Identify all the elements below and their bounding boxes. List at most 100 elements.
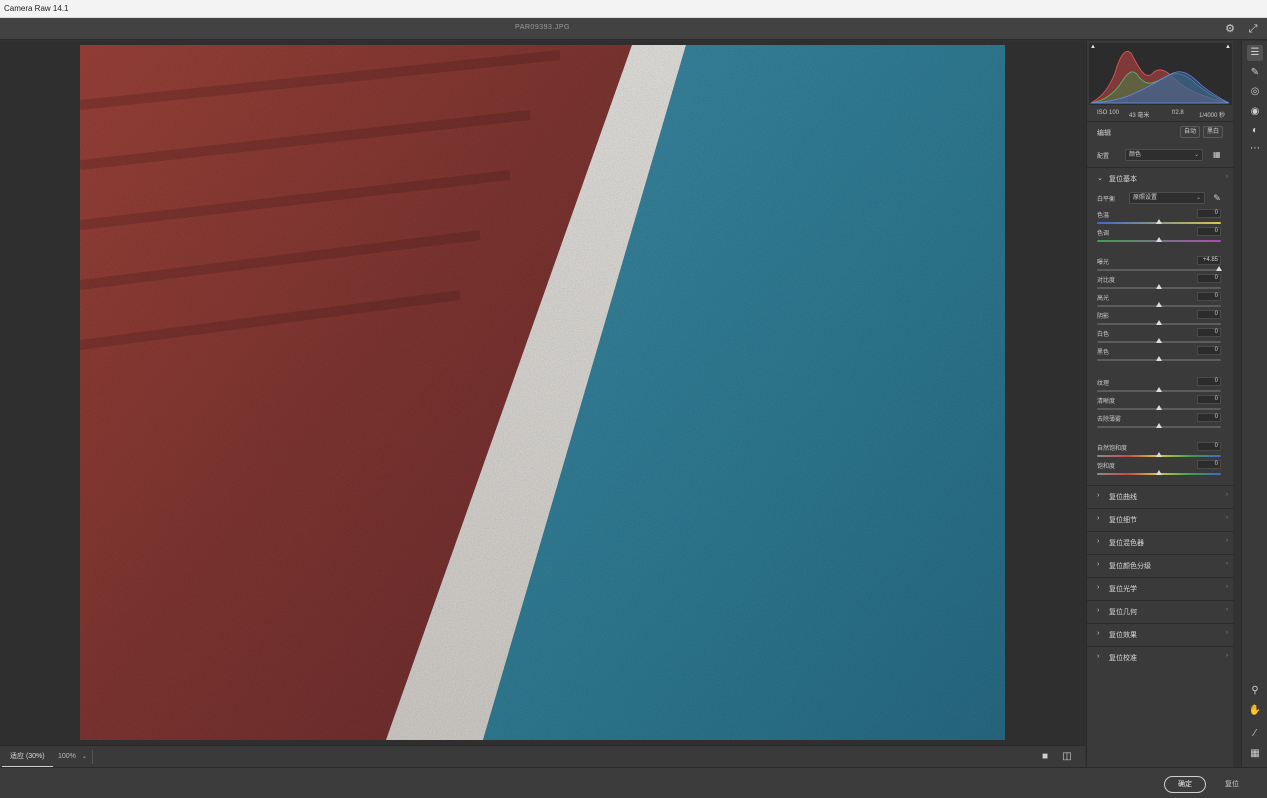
slider-value-input[interactable]: +4.85 (1197, 256, 1221, 265)
section-menu-icon[interactable]: › (1226, 561, 1228, 567)
highlight-clip-icon[interactable]: ▲ (1225, 44, 1231, 50)
slider-value-input[interactable]: 0 (1197, 395, 1221, 404)
zoom-icon[interactable]: ⚲ (1247, 683, 1263, 699)
basic-section-title: 复位基本 (1109, 176, 1137, 183)
zoom-select[interactable]: 100% ⌄ (58, 746, 87, 768)
section-title: 复位混色器 (1109, 540, 1144, 547)
slider-value-input[interactable]: 0 (1197, 328, 1221, 337)
slider-value-input[interactable]: 0 (1197, 460, 1221, 469)
profile-browser-icon[interactable]: ▦ (1213, 150, 1221, 159)
section-menu-icon[interactable]: › (1226, 174, 1228, 180)
photo-preview[interactable] (80, 45, 1005, 740)
section-title: 复位细节 (1109, 517, 1137, 524)
slider-value-input[interactable]: 0 (1197, 377, 1221, 386)
wb-select[interactable]: 原照设置 ⌄ (1129, 192, 1205, 204)
slider-thumb[interactable] (1156, 405, 1162, 410)
section-menu-icon[interactable]: › (1226, 515, 1228, 521)
section-header[interactable]: › 复位细节 › (1087, 508, 1234, 530)
status-bar: 适应 (30%) 100% ⌄ ■ ◫ (0, 745, 1085, 768)
section-title: 复位几何 (1109, 609, 1137, 616)
more-icon[interactable]: ⋯ (1247, 141, 1263, 157)
basic-section-header[interactable]: ⌄ 复位基本 › (1087, 167, 1234, 189)
slider-track[interactable] (1097, 269, 1221, 271)
slider-thumb[interactable] (1156, 237, 1162, 242)
section-menu-icon[interactable]: › (1226, 492, 1228, 498)
section-header[interactable]: › 复位曲线 › (1087, 485, 1234, 507)
slider-label: 黑色 (1097, 350, 1110, 356)
exif-iso: ISO 100 (1097, 110, 1120, 116)
slider-row: 清晰度 0 (1087, 395, 1234, 413)
profile-select[interactable]: 颜色 ⌄ (1125, 149, 1203, 161)
exif-info: ISO 100 43 毫米 f/2.8 1/4000 秒 (1087, 107, 1234, 121)
red-eye-icon[interactable]: ◉ (1247, 104, 1263, 120)
slider-value-input[interactable]: 0 (1197, 413, 1221, 422)
section-title: 复位颜色分级 (1109, 563, 1151, 570)
slider-row: 对比度 0 (1087, 274, 1234, 292)
gear-icon[interactable]: ⚙ (1223, 22, 1237, 36)
presets-icon[interactable]: ◐ (1247, 123, 1263, 139)
before-after-icon[interactable]: ◫ (1061, 751, 1073, 763)
slider-row: 高光 0 (1087, 292, 1234, 310)
section-header[interactable]: › 复位校准 › (1087, 646, 1234, 668)
slider-thumb[interactable] (1215, 266, 1222, 271)
grid-icon[interactable]: ▦ (1247, 746, 1263, 762)
slider-value-input[interactable]: 0 (1197, 274, 1221, 283)
chevron-right-icon: › (1097, 515, 1100, 522)
slider-thumb[interactable] (1156, 219, 1162, 224)
section-menu-icon[interactable]: › (1226, 653, 1228, 659)
edit-panel: ▲ ▲ ISO 100 43 毫米 f/2.8 1/4000 秒 编辑 自动 黑… (1086, 41, 1234, 767)
ok-button[interactable]: 确定 (1164, 776, 1206, 793)
auto-button[interactable]: 自动 (1180, 126, 1201, 138)
slider-thumb[interactable] (1156, 302, 1162, 307)
slider-thumb[interactable] (1156, 284, 1162, 289)
slider-thumb[interactable] (1156, 338, 1162, 343)
shadow-clip-icon[interactable]: ▲ (1090, 44, 1096, 50)
slider-thumb[interactable] (1156, 387, 1162, 392)
hand-icon[interactable]: ✋ (1247, 703, 1263, 719)
file-name: PAR09393.JPG (515, 24, 570, 31)
top-bar: PAR09393.JPG ⚙ ⤢ (0, 18, 1267, 40)
image-canvas[interactable] (0, 41, 1085, 745)
section-header[interactable]: › 复位几何 › (1087, 600, 1234, 622)
section-menu-icon[interactable]: › (1226, 538, 1228, 544)
slider-label: 对比度 (1097, 278, 1116, 284)
slider-value-input[interactable]: 0 (1197, 442, 1221, 451)
slider-label: 自然饱和度 (1097, 446, 1128, 452)
bw-button[interactable]: 黑白 (1203, 126, 1224, 138)
section-header[interactable]: › 复位光学 › (1087, 577, 1234, 599)
slider-value-input[interactable]: 0 (1197, 310, 1221, 319)
slider-row: 去除薄雾 0 (1087, 413, 1234, 431)
slider-thumb[interactable] (1156, 423, 1162, 428)
section-menu-icon[interactable]: › (1226, 630, 1228, 636)
slider-value-input[interactable]: 0 (1197, 346, 1221, 355)
section-header[interactable]: › 复位效果 › (1087, 623, 1234, 645)
eyedropper-icon[interactable]: ✎ (1211, 192, 1223, 204)
chevron-right-icon: › (1097, 584, 1100, 591)
slider-thumb[interactable] (1156, 320, 1162, 325)
section-header[interactable]: › 复位混色器 › (1087, 531, 1234, 553)
profile-value: 颜色 (1129, 152, 1142, 158)
mask-icon[interactable]: ◎ (1247, 84, 1263, 100)
section-header[interactable]: › 复位颜色分级 › (1087, 554, 1234, 576)
reset-button[interactable]: 复位 (1222, 776, 1242, 793)
slider-value-input[interactable]: 0 (1197, 209, 1221, 218)
expand-icon[interactable]: ⤢ (1246, 22, 1260, 36)
slider-label: 饱和度 (1097, 464, 1116, 470)
slider-thumb[interactable] (1156, 356, 1162, 361)
slider-label: 白色 (1097, 332, 1110, 338)
chevron-right-icon: › (1097, 607, 1100, 614)
slider-thumb[interactable] (1156, 470, 1162, 475)
edit-sliders-icon[interactable]: ☰ (1247, 45, 1263, 61)
healing-brush-icon[interactable]: ✎ (1247, 65, 1263, 81)
slider-row: 色调 0 (1087, 227, 1234, 245)
slider-thumb[interactable] (1156, 452, 1162, 457)
fit-zoom-button[interactable]: 适应 (30%) (2, 746, 53, 768)
slider-value-input[interactable]: 0 (1197, 227, 1221, 236)
slider-value-input[interactable]: 0 (1197, 292, 1221, 301)
section-title: 复位光学 (1109, 586, 1137, 593)
single-view-icon[interactable]: ■ (1039, 751, 1051, 763)
slider-label: 曝光 (1097, 260, 1110, 266)
section-menu-icon[interactable]: › (1226, 584, 1228, 590)
color-sampler-icon[interactable]: ⁄ (1247, 726, 1263, 742)
section-menu-icon[interactable]: › (1226, 607, 1228, 613)
